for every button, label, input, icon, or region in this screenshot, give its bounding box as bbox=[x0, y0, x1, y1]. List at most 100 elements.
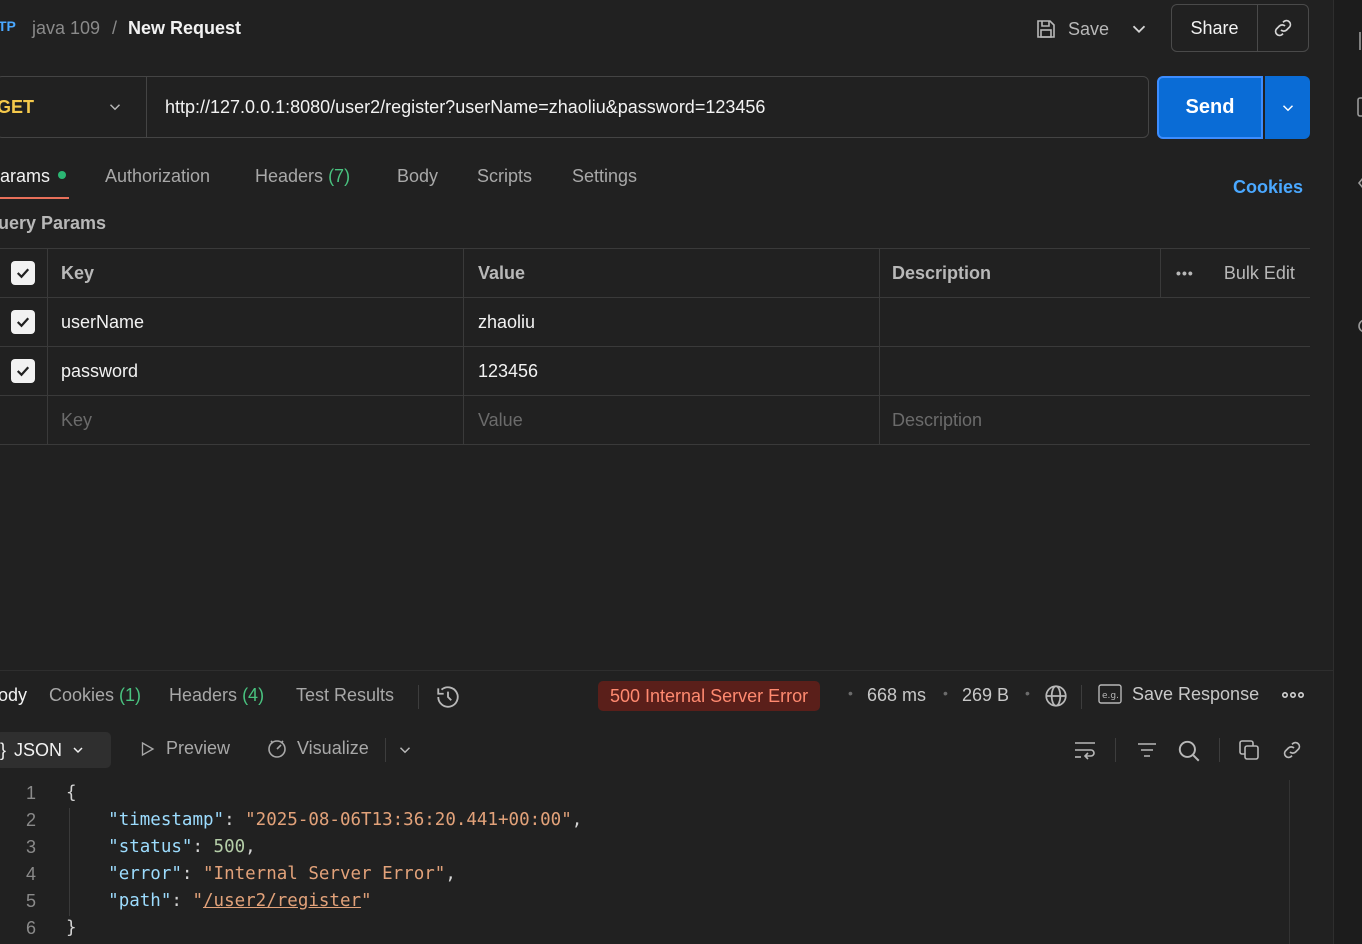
scrollbar[interactable] bbox=[1289, 780, 1290, 944]
preview-label: Preview bbox=[166, 738, 231, 758]
json-key: "error" bbox=[108, 864, 182, 884]
param-key-input[interactable]: password bbox=[48, 347, 464, 395]
save-response-button[interactable]: e.g. Save Response bbox=[1098, 683, 1259, 705]
table-row-new: Key Value Description bbox=[0, 396, 1310, 445]
breadcrumb-separator: / bbox=[112, 18, 118, 38]
format-chevron-icon bbox=[70, 742, 86, 758]
json-key: "timestamp" bbox=[108, 810, 225, 830]
example-icon: e.g. bbox=[1098, 683, 1122, 705]
save-button[interactable]: Save bbox=[1034, 14, 1109, 44]
meta-separator: • bbox=[848, 685, 853, 701]
line-number: 2 bbox=[25, 810, 36, 830]
response-tab-headers[interactable]: Headers (4) bbox=[169, 685, 264, 706]
link-icon[interactable] bbox=[1280, 738, 1304, 762]
format-select[interactable]: } JSON bbox=[0, 732, 111, 768]
visualize-chevron-icon[interactable] bbox=[396, 741, 414, 759]
param-value-input[interactable]: zhaoliu bbox=[464, 298, 880, 346]
response-tab-test-results[interactable]: Test Results bbox=[296, 685, 394, 706]
tab-params[interactable]: arams bbox=[0, 166, 67, 187]
meta-separator: • bbox=[943, 685, 948, 701]
code-text: } bbox=[66, 918, 77, 938]
tab-authorization[interactable]: Authorization bbox=[105, 166, 210, 187]
bulk-edit-button[interactable]: Bulk Edit bbox=[1224, 263, 1295, 284]
response-size[interactable]: 269 B bbox=[962, 685, 1009, 706]
tab-headers[interactable]: Headers (7) bbox=[255, 166, 350, 187]
history-icon[interactable] bbox=[435, 684, 461, 710]
json-path-link[interactable]: /user2/register bbox=[203, 891, 361, 911]
response-headers-count: (4) bbox=[242, 685, 265, 705]
select-all-checkbox[interactable] bbox=[10, 261, 35, 285]
tab-settings[interactable]: Settings bbox=[572, 166, 637, 187]
globe-icon[interactable] bbox=[1043, 683, 1069, 709]
response-time[interactable]: 668 ms bbox=[867, 685, 926, 706]
line-number: 1 bbox=[25, 783, 36, 803]
response-body-viewer[interactable]: 1 { 2 "timestamp": "2025-08-06T13:36:20.… bbox=[0, 780, 1290, 942]
row-checkbox[interactable] bbox=[10, 359, 35, 383]
bulk-edit-group: ••• Bulk Edit bbox=[1160, 249, 1310, 297]
tab-body[interactable]: Body bbox=[397, 166, 438, 187]
response-cookies-count: (1) bbox=[119, 685, 142, 705]
send-options-chevron-icon[interactable] bbox=[1265, 76, 1310, 139]
visualize-icon bbox=[265, 736, 289, 760]
more-options-icon[interactable] bbox=[1282, 690, 1304, 700]
row-checkbox[interactable] bbox=[10, 310, 35, 334]
response-tab-cookies-label: Cookies bbox=[49, 685, 115, 705]
row-checkbox-cell bbox=[0, 298, 48, 346]
json-number: 500 bbox=[213, 837, 246, 857]
save-options-chevron-icon[interactable] bbox=[1128, 18, 1150, 40]
request-title[interactable]: New Request bbox=[128, 18, 241, 39]
code-text: "error": "Internal Server Error", bbox=[108, 864, 456, 884]
query-params-title: uery Params bbox=[0, 213, 107, 233]
column-options-icon[interactable]: ••• bbox=[1176, 265, 1194, 281]
code-text: "timestamp": "2025-08-06T13:36:20.441+00… bbox=[108, 810, 583, 830]
line-number: 4 bbox=[25, 864, 36, 884]
key-column-header: Key bbox=[48, 249, 464, 297]
value-column-header: Value bbox=[464, 249, 880, 297]
filter-icon[interactable] bbox=[1135, 738, 1159, 762]
save-label: Save bbox=[1068, 18, 1110, 39]
send-button[interactable]: Send bbox=[1157, 76, 1263, 139]
new-description-input[interactable]: Description bbox=[880, 396, 1310, 444]
code-text: "path": "/user2/register" bbox=[108, 891, 372, 911]
visualize-button[interactable]: Visualize bbox=[265, 736, 369, 760]
braces-icon: } bbox=[0, 739, 7, 760]
divider bbox=[418, 685, 419, 709]
tab-scripts[interactable]: Scripts bbox=[477, 166, 532, 187]
share-group: Share bbox=[1171, 4, 1309, 52]
param-key-input[interactable]: userName bbox=[48, 298, 464, 346]
divider bbox=[1081, 685, 1082, 709]
cookies-link[interactable]: Cookies bbox=[1233, 177, 1303, 198]
response-divider[interactable] bbox=[0, 670, 1334, 671]
right-sidebar bbox=[1333, 0, 1362, 944]
response-tab-cookies[interactable]: Cookies (1) bbox=[49, 685, 141, 706]
divider bbox=[1219, 738, 1220, 762]
line-number: 3 bbox=[25, 837, 36, 857]
status-badge[interactable]: 500 Internal Server Error bbox=[598, 681, 821, 711]
param-description-input[interactable] bbox=[880, 298, 1310, 346]
format-label: JSON bbox=[14, 739, 63, 760]
new-key-input[interactable]: Key bbox=[48, 396, 464, 444]
wrap-lines-icon[interactable] bbox=[1072, 738, 1098, 762]
url-input[interactable]: http://127.0.0.1:8080/user2/register?use… bbox=[147, 97, 1148, 118]
method-select[interactable]: GET bbox=[0, 77, 147, 137]
preview-button[interactable]: Preview bbox=[138, 738, 230, 759]
copy-icon[interactable] bbox=[1237, 738, 1261, 762]
search-icon[interactable] bbox=[1176, 738, 1202, 764]
param-description-input[interactable] bbox=[880, 347, 1310, 395]
active-tab-underline bbox=[0, 197, 69, 199]
param-value-input[interactable]: 123456 bbox=[464, 347, 880, 395]
breadcrumb-collection[interactable]: java 109 bbox=[32, 18, 100, 39]
code-line: 3 "status": 500, bbox=[0, 834, 1290, 861]
empty-checkbox-cell bbox=[0, 396, 48, 444]
new-value-input[interactable]: Value bbox=[464, 396, 880, 444]
divider bbox=[1115, 738, 1116, 762]
code-line: 5 "path": "/user2/register" bbox=[0, 888, 1290, 915]
line-number: 6 bbox=[25, 918, 36, 938]
response-tab-body[interactable]: ody bbox=[0, 685, 27, 706]
params-table: Key Value Description ••• Bulk Edit user… bbox=[0, 248, 1310, 445]
method-label: GET bbox=[0, 96, 35, 117]
save-icon bbox=[1034, 17, 1058, 41]
code-line: 2 "timestamp": "2025-08-06T13:36:20.441+… bbox=[0, 807, 1290, 834]
copy-link-icon[interactable] bbox=[1258, 5, 1308, 51]
share-button[interactable]: Share bbox=[1172, 5, 1258, 51]
